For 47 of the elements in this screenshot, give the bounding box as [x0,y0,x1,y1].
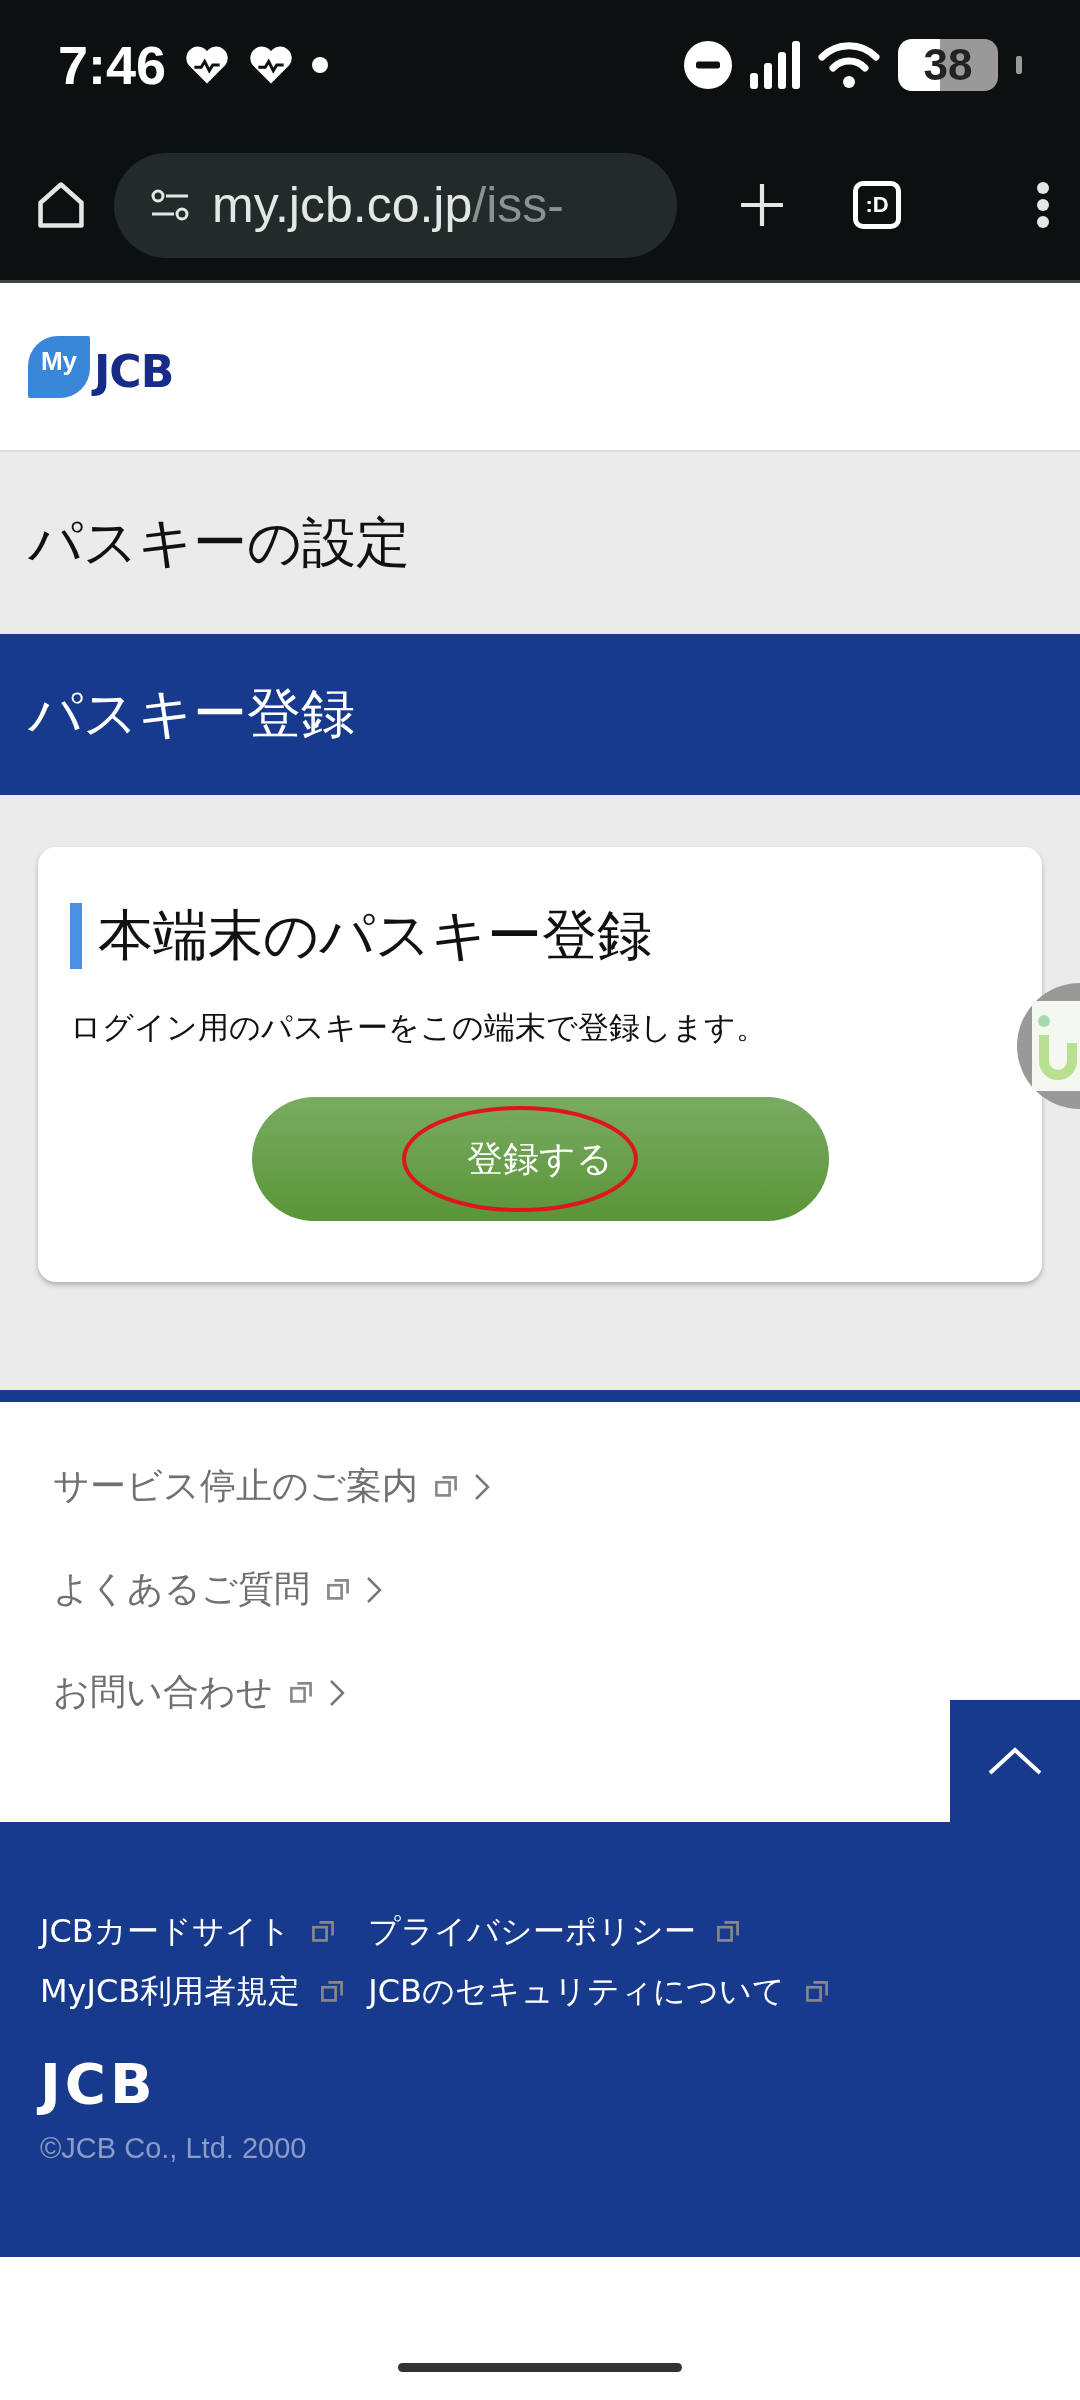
link-label: サービス停止のご案内 [53,1464,418,1508]
link-label: お問い合わせ [53,1670,273,1714]
wifi-icon [818,41,880,89]
link-label: よくあるご質問 [53,1567,310,1611]
link-label: プライバシーポリシー [368,1911,697,1952]
home-icon[interactable] [36,180,86,230]
chevron-right-icon [366,1575,382,1604]
external-link-icon [434,1474,458,1499]
link-label: MyJCB利用者規定 [40,1971,301,2012]
do-not-disturb-icon [684,41,732,89]
footer-link[interactable]: JCBカードサイト [40,1910,345,1954]
card-heading: 本端末のパスキー登録 [98,902,652,969]
page-title: パスキーの設定 [0,452,1080,634]
footer-link[interactable]: MyJCB利用者規定 [40,1970,345,2014]
url-host: my.jcb.co.jp [212,176,473,234]
external-link-icon [805,1980,829,2004]
external-link-icon [310,1920,335,1944]
footer-nav-link[interactable]: お問い合わせ [53,1666,1080,1719]
plus-icon[interactable] [739,182,785,228]
heading-accent-bar [70,903,82,969]
floating-widget-icon[interactable] [1016,983,1080,1109]
logo-badge: My [28,335,90,398]
address-bar[interactable]: my.jcb.co.jp/iss- [114,152,677,258]
url-path: /iss- [472,176,564,234]
tab-switcher[interactable]: :D [853,181,901,229]
external-link-icon [326,1577,350,1602]
external-link-icon [716,1920,741,1944]
external-link-icon [289,1680,313,1705]
footer-nav-link[interactable]: サービス停止のご案内 [53,1460,1080,1513]
external-link-icon [320,1980,345,2004]
footer-nav-link[interactable]: よくあるご質問 [53,1563,1080,1616]
chevron-up-icon [988,1747,1042,1775]
tune-icon [150,188,190,222]
footer-link[interactable]: JCBのセキュリティについて [368,1970,829,2014]
signal-icon [750,41,800,89]
section-title: パスキー登録 [0,634,1080,795]
clock-time: 7:46 [58,34,167,96]
battery-tip-icon [1016,56,1022,74]
copyright-text: ©JCB Co., Ltd. 2000 [40,2132,308,2165]
chevron-right-icon [474,1472,490,1501]
link-label: JCBのセキュリティについて [368,1971,785,2012]
more-menu-icon[interactable] [1036,181,1050,229]
card-description: ログイン用のパスキーをこの端末で登録します。 [70,1008,768,1047]
footer-link[interactable]: プライバシーポリシー [368,1910,829,1954]
dot-icon [312,57,329,73]
link-label: JCBカードサイト [40,1911,291,1952]
chevron-right-icon [329,1678,345,1707]
